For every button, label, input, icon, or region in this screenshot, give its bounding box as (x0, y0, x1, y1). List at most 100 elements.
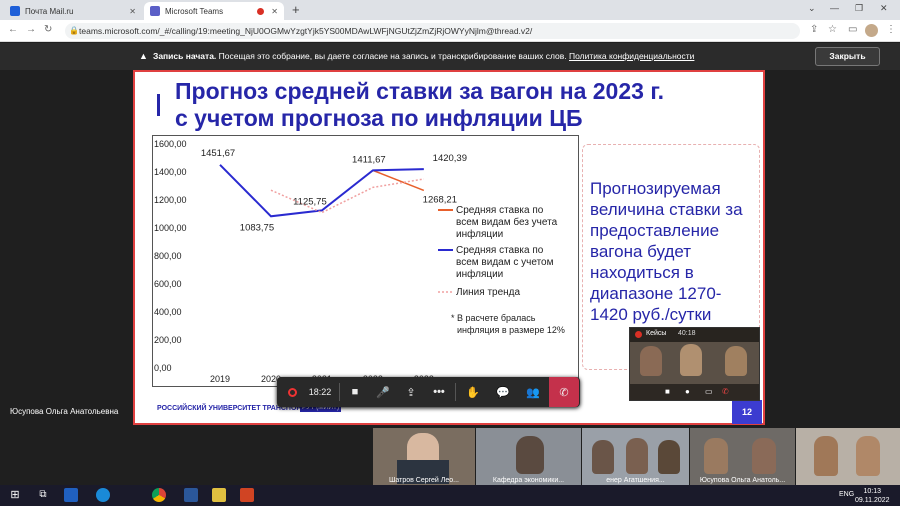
participant-name: енер Агатшения... (606, 477, 665, 484)
taskbar: ⊞ ⧉ ENG 10:13 09.11.2022 (0, 485, 900, 506)
tab-mail[interactable]: Почта Mail.ru ✕ (4, 2, 142, 20)
x-tick-label: 2019 (210, 374, 230, 384)
file-explorer-icon[interactable] (212, 488, 226, 502)
clock-time: 10:13 (863, 488, 882, 495)
chrome-icon[interactable] (152, 488, 166, 502)
back-icon[interactable]: ← (8, 24, 18, 35)
recording-banner: ▲ Запись начата. Посещая это собрание, в… (0, 43, 900, 70)
y-tick-label: 600,00 (154, 279, 182, 289)
bookmark-star-icon[interactable]: ☆ (828, 24, 837, 35)
self-view-controls: ■ ● ▭ ✆ (630, 384, 759, 400)
chat-button[interactable]: 💬 (491, 377, 515, 407)
camera-icon[interactable]: ■ (665, 387, 670, 396)
legend-label: Средняя ставка по всем видам с учетом инфл… (456, 245, 554, 280)
extensions-icon[interactable]: ▭ (848, 24, 857, 35)
participant-figure (752, 438, 776, 474)
self-view[interactable]: Кейсы 40:18 ■ ● ▭ ✆ (629, 327, 760, 401)
camera-button[interactable]: ■ (343, 377, 367, 407)
participant-figure (516, 436, 544, 474)
slide-number: 12 (732, 400, 762, 424)
minimize-button[interactable]: — (830, 3, 839, 13)
share-icon[interactable]: ⇪ (810, 24, 818, 35)
banner-title: Запись начата. (153, 51, 217, 61)
mic-off-button[interactable]: 🎤 (371, 377, 395, 407)
mail-icon (10, 6, 20, 16)
participant-figure (626, 438, 648, 474)
data-label: 1268,21 (423, 194, 457, 205)
meeting-timer: 18:22 (308, 387, 332, 397)
toolbar-divider (339, 383, 340, 401)
share-screen-button[interactable]: ⇪ (399, 377, 423, 407)
forward-icon[interactable]: → (26, 24, 36, 35)
reload-icon[interactable]: ↻ (44, 24, 52, 35)
y-tick-label: 0,00 (154, 363, 172, 373)
avatar[interactable] (865, 24, 878, 37)
language-indicator[interactable]: ENG (839, 491, 854, 498)
y-tick-label: 200,00 (154, 335, 182, 345)
powershell-icon[interactable] (64, 488, 78, 502)
banner-text: Посещая это собрание, вы даете согласие … (218, 51, 567, 61)
warning-icon: ▲ (139, 51, 148, 61)
close-window-button[interactable]: ✕ (880, 3, 888, 14)
legend-label: Линия тренда (456, 287, 521, 298)
presenter-name: Юсупова Ольга Анатольевна (10, 407, 119, 416)
powerpoint-icon[interactable] (240, 488, 254, 502)
hangup-icon[interactable]: ✆ (722, 387, 729, 396)
word-icon[interactable] (184, 488, 198, 502)
self-view-label: Кейсы (646, 330, 667, 337)
self-view-time: 40:18 (678, 330, 696, 337)
participant-name: Кафедра экономики... (492, 477, 565, 484)
more-options-button[interactable]: ••• (427, 377, 451, 407)
participant-figure (680, 344, 702, 376)
new-tab-button[interactable]: + (292, 2, 300, 17)
share-icon[interactable]: ▭ (705, 387, 713, 396)
participant-tile[interactable]: Шатров Сергей Лео... (373, 428, 475, 485)
close-banner-button[interactable]: Закрыть (815, 47, 880, 66)
task-view-icon[interactable]: ⧉ (36, 488, 50, 502)
participants-button[interactable]: 👥 (521, 377, 545, 407)
participant-tile[interactable] (796, 428, 900, 485)
participant-figure (814, 436, 838, 476)
windows-start-icon[interactable]: ⊞ (8, 488, 22, 502)
participant-figure (856, 436, 880, 476)
maximize-button[interactable]: ❐ (855, 3, 863, 14)
participant-tile[interactable]: енер Агатшения... (582, 428, 689, 485)
raise-hand-button[interactable]: ✋ (461, 377, 485, 407)
chart-note: * В расчете бралась инфляция в размере 12… (451, 313, 565, 335)
mic-icon[interactable]: ● (685, 387, 690, 396)
y-tick-label: 800,00 (154, 251, 182, 261)
participant-name: Шатров Сергей Лео... (388, 477, 459, 484)
participant-figure (725, 346, 747, 376)
data-label: 1125,75 (293, 196, 327, 207)
clock[interactable]: 10:13 09.11.2022 (855, 487, 890, 505)
teams-icon (150, 6, 160, 16)
menu-icon[interactable]: ⋮ (886, 24, 896, 35)
chart: 0,00 200,00 400,00 600,00 800,00 1000,00 1200,… (152, 135, 579, 387)
participant-figure (640, 346, 662, 376)
hang-up-button[interactable]: ✆ (549, 377, 579, 407)
tab-label: Почта Mail.ru (25, 6, 74, 16)
slide-title: Прогноз средней ставки за вагон на 2023 … (175, 78, 735, 132)
participant-name: Юсупова Ольга Анатоль... (699, 477, 786, 484)
close-icon[interactable]: ✕ (271, 7, 278, 16)
url-text: teams.microsoft.com/_#/calling/19:meetin… (79, 26, 533, 36)
data-label: 1420,39 (433, 153, 467, 164)
tab-search-icon[interactable]: ⌄ (808, 3, 816, 14)
y-tick-label: 1400,00 (154, 167, 187, 177)
recording-dot-icon (257, 7, 264, 15)
recording-dot-icon (635, 331, 642, 338)
y-tick-label: 400,00 (154, 307, 182, 317)
y-tick-label: 1000,00 (154, 223, 187, 233)
tab-label: Microsoft Teams (165, 6, 224, 16)
tab-teams[interactable]: Microsoft Teams ✕ (144, 2, 284, 20)
participant-tile[interactable]: Юсупова Ольга Анатоль... (690, 428, 795, 485)
close-icon[interactable]: ✕ (129, 7, 136, 16)
edge-icon[interactable] (96, 488, 110, 502)
participant-tile[interactable]: Кафедра экономики... (476, 428, 581, 485)
participant-figure (704, 438, 728, 474)
privacy-link[interactable]: Политика конфиденциальности (569, 51, 694, 61)
meeting-toolbar: 18:22 ■ 🎤 ⇪ ••• ✋ 💬 👥 ✆ (277, 377, 580, 407)
legend-label: Средняя ставка по всем видам без учета инф… (456, 205, 558, 240)
y-tick-label: 1200,00 (154, 195, 187, 205)
url-input[interactable]: 🔒 teams.microsoft.com/_#/calling/19:meet… (65, 23, 800, 39)
